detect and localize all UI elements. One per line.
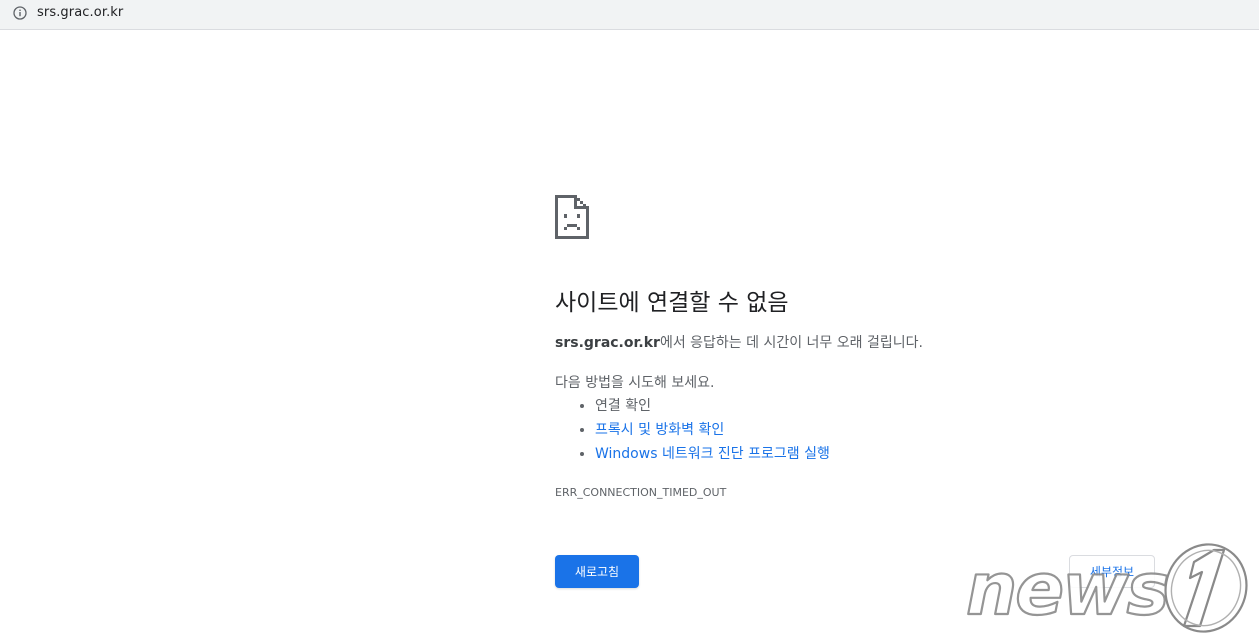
error-heading: 사이트에 연결할 수 없음: [555, 290, 789, 316]
suggestion-label: 연결 확인: [595, 398, 651, 414]
try-suggestions-text: 다음 방법을 시도해 보세요.: [555, 375, 715, 391]
url-text[interactable]: srs.grac.or.kr: [37, 5, 123, 20]
suggestion-run-diagnostics[interactable]: Windows 네트워크 진단 프로그램 실행: [595, 442, 830, 466]
suggestion-check-connection: 연결 확인: [595, 394, 830, 418]
suggestion-list: 연결 확인 프록시 및 방화벽 확인 Windows 네트워크 진단 프로그램 …: [555, 394, 830, 466]
info-icon[interactable]: [13, 6, 27, 20]
svg-text:news: news: [966, 547, 1168, 631]
error-host: srs.grac.or.kr: [555, 335, 660, 351]
reload-button[interactable]: 새로고침: [555, 555, 639, 588]
error-description-text: 에서 응답하는 데 시간이 너무 오래 걸립니다.: [659, 335, 923, 351]
news1-watermark-logo: news: [965, 543, 1248, 633]
address-bar[interactable]: srs.grac.or.kr: [0, 0, 1259, 30]
sad-page-icon: [555, 195, 589, 239]
proxy-firewall-link[interactable]: 프록시 및 방화벽 확인: [595, 422, 724, 438]
network-diagnostics-link[interactable]: Windows 네트워크 진단 프로그램 실행: [595, 446, 830, 462]
suggestion-check-proxy-firewall[interactable]: 프록시 및 방화벽 확인: [595, 418, 830, 442]
error-code: ERR_CONNECTION_TIMED_OUT: [555, 486, 727, 499]
error-description: srs.grac.or.kr에서 응답하는 데 시간이 너무 오래 걸립니다.: [555, 332, 923, 352]
